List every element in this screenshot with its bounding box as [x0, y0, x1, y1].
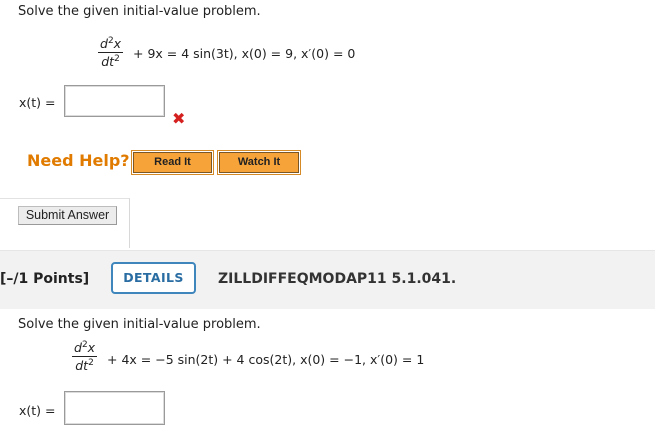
numerator-variable: x [87, 340, 96, 355]
numerator-variable: x [113, 36, 122, 51]
answer-label: x(t) = [19, 95, 56, 110]
points-label: [–/1 Points] [0, 271, 90, 287]
problem-code: ZILLDIFFEQMODAP11 5.1.041. [218, 271, 457, 287]
fraction-numerator: d [100, 36, 108, 51]
question-prompt: Solve the given initial-value problem. [18, 4, 261, 19]
denominator-exponent: 2 [88, 358, 94, 368]
denominator-exponent: 2 [114, 54, 120, 64]
wrong-x-icon: ✖ [172, 109, 186, 128]
fraction-numerator: d [74, 340, 82, 355]
watch-it-button[interactable]: Watch It [217, 150, 301, 175]
need-help-label: Need Help? [27, 151, 130, 170]
second-derivative-fraction: d2x dt2 [72, 340, 98, 373]
read-it-button[interactable]: Read It [131, 150, 214, 175]
answer-label: x(t) = [19, 403, 56, 418]
fraction-denominator: dt [101, 54, 115, 69]
answer-input[interactable] [64, 85, 165, 117]
submit-answer-button[interactable]: Submit Answer [18, 206, 117, 225]
question-prompt: Solve the given initial-value problem. [18, 317, 261, 332]
answer-input[interactable] [64, 391, 165, 425]
second-derivative-fraction: d2x dt2 [98, 36, 124, 69]
fraction-denominator: dt [75, 358, 89, 373]
equation-text: + 4x = −5 sin(2t) + 4 cos(2t), x(0) = −1… [107, 352, 425, 367]
details-button[interactable]: DETAILS [111, 262, 196, 294]
equation-text: + 9x = 4 sin(3t), x(0) = 9, x′(0) = 0 [133, 46, 356, 61]
